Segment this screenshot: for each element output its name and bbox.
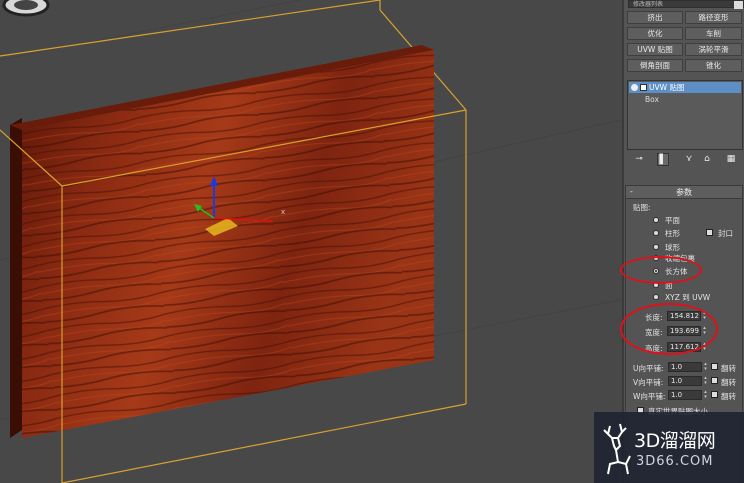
stack-toolbar: ⊸ ▌ ⋎ ⌂ ▦ [627,153,743,167]
perspective-viewport[interactable]: x [0,0,622,483]
u-tile-spinner[interactable]: ▴ ▾ [703,362,708,372]
mapping-option-spherical: 球形 [665,243,680,252]
v-flip-checkbox[interactable] [711,377,718,384]
mapping-option-box: 长方体 [665,267,688,276]
light-bulb-icon[interactable] [631,84,638,91]
mapping-option-planar: 平面 [665,216,680,225]
mapping-option-face: 面 [665,281,673,290]
mapping-radio-cylindrical[interactable] [653,230,659,236]
taper-button[interactable]: 锥化 [685,59,742,72]
height-spinner[interactable]: ▴ ▾ [702,342,707,352]
optimize-button[interactable]: 优化 [627,27,683,40]
wood-board-side [10,118,22,438]
rollout-header[interactable]: - 参数 [626,186,742,199]
mapping-option-xyz-to-uvw: XYZ 到 UVW [665,293,711,302]
u-flip-checkbox[interactable] [711,363,718,370]
height-label: 高度: [645,344,663,353]
w-tile-input[interactable]: 1.0 [668,390,702,400]
height-input[interactable]: 117.612 [667,342,701,352]
show-end-result-icon[interactable]: ▌ [657,153,669,166]
cap-label: 封口 [718,229,733,238]
configure-sets-icon[interactable]: ▦ [725,153,737,166]
v-flip-label: 翻转 [721,378,736,387]
lathe-button[interactable]: 车削 [685,27,742,40]
remove-modifier-icon[interactable]: ⌂ [701,153,713,166]
width-input[interactable]: 193.699 [667,326,701,336]
mapping-radio-xyz-to-uvw[interactable] [653,294,659,300]
modifier-list-label: 修改器列表 [633,1,664,8]
rollout-title: 参数 [676,188,692,197]
dropdown-arrow-icon[interactable] [734,1,743,9]
stack-item-box[interactable]: Box [629,94,741,105]
watermark-subtitle: 3D66.COM [636,454,714,469]
stack-item-uvw-map[interactable]: UVW 贴图 [629,82,741,93]
u-flip-label: 翻转 [721,364,736,373]
gizmo-axis-x-label: x [281,208,286,216]
path-deform-button[interactable]: 路径变形 [685,11,742,24]
make-unique-icon[interactable]: ⋎ [683,153,695,166]
mapping-radio-shrinkwrap[interactable] [653,255,659,261]
w-tile-spinner[interactable]: ▴ ▾ [703,390,708,400]
stack-item-label: Box [645,95,659,104]
width-spinner[interactable]: ▴ ▾ [702,326,707,336]
expand-icon[interactable] [640,84,647,91]
deer-logo-icon [603,423,631,475]
w-flip-label: 翻转 [721,392,736,401]
v-tile-spinner[interactable]: ▴ ▾ [703,376,708,386]
mapping-radio-spherical[interactable] [653,244,659,250]
u-tile-input[interactable]: 1.0 [668,362,702,372]
w-tile-label: W向平铺: [633,392,666,401]
pin-stack-icon[interactable]: ⊸ [633,153,645,166]
mapping-radio-box[interactable] [653,268,659,274]
mapping-label: 贴图: [633,203,651,212]
mapping-radio-face[interactable] [653,282,659,288]
cap-checkbox[interactable] [706,229,713,236]
turbosmooth-button[interactable]: 涡轮平滑 [685,43,742,56]
u-tile-label: U向平铺: [633,364,664,373]
stack-item-label: UVW 贴图 [649,83,685,92]
watermark: 3D溜溜网 3D66.COM [594,412,744,483]
modifier-list-dropdown[interactable]: 修改器列表 [628,0,744,9]
bevel-profile-button[interactable]: 倒角剖面 [627,59,683,72]
v-tile-input[interactable]: 1.0 [668,376,702,386]
viewport-scene [0,0,621,483]
mapping-option-shrinkwrap: 收缩包裹 [665,254,695,263]
length-spinner[interactable]: ▴ ▾ [702,311,707,321]
modifier-stack[interactable]: UVW 贴图 Box [627,80,743,150]
mapping-option-cylindrical: 柱形 [665,229,680,238]
v-tile-label: V向平铺: [633,378,664,387]
view-cube-icon[interactable] [0,0,52,18]
extrude-button[interactable]: 挤出 [627,11,683,24]
width-label: 宽度: [645,328,663,337]
length-label: 长度: [645,313,663,322]
watermark-title: 3D溜溜网 [634,430,716,452]
length-input[interactable]: 154.812 [667,311,701,321]
mapping-radio-planar[interactable] [653,217,659,223]
w-flip-checkbox[interactable] [711,391,718,398]
uvw-map-button[interactable]: UVW 贴图 [627,43,683,56]
